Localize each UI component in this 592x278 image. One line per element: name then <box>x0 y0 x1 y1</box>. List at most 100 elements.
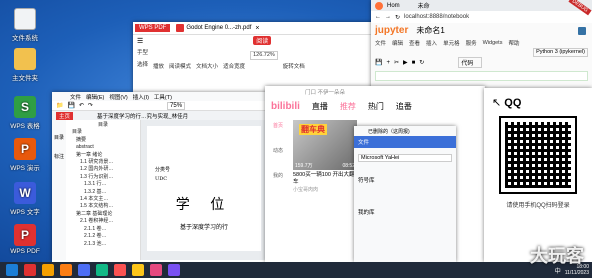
menu-edit[interactable]: 编辑 <box>392 39 403 47</box>
taskbar-app-icon[interactable] <box>168 264 180 276</box>
menu-help[interactable]: 帮助 <box>508 39 519 47</box>
menu-insert[interactable]: 插入(I) <box>133 93 149 101</box>
taskbar-app-icon[interactable] <box>132 264 144 276</box>
toc-item[interactable]: 1.5 本文结构… <box>68 203 138 210</box>
video-card[interactable]: 翻车典 159.7万 08:52 5800买一辆100 开出大翻车 小宝哥肉肉 <box>293 120 357 193</box>
wps-pdf-doc-tab[interactable]: Godot Engine 0...-zh.pdf <box>186 25 251 31</box>
cut-icon[interactable]: ✂ <box>394 59 399 66</box>
toc-item[interactable]: 第一章 绪论 <box>68 152 138 159</box>
document-canvas[interactable]: 分类号 UDC 学 位 基于深度学习的行 <box>141 120 267 260</box>
desktop-icon-wps-writer[interactable]: W WPS 文字 <box>8 182 42 216</box>
nav-hot[interactable]: 热门 <box>368 101 384 112</box>
symbol-library-header[interactable]: 符号库 <box>354 176 456 184</box>
bilibili-logo[interactable]: bilibili <box>271 101 300 112</box>
menu-view[interactable]: 查看 <box>409 39 420 47</box>
sidebar-dynamic[interactable]: 动态 <box>273 147 283 154</box>
back-icon[interactable]: ← <box>375 14 381 20</box>
nav-anime[interactable]: 追番 <box>396 101 412 112</box>
menu-file[interactable]: 文件 <box>375 39 386 47</box>
desktop-icon-filesystem[interactable]: 文件系统 <box>8 8 42 42</box>
toc-item[interactable]: abstract <box>68 144 138 151</box>
zoom-level[interactable]: 126.72% <box>250 51 278 60</box>
qq-header: ↖ QQ <box>484 88 592 118</box>
toc-item[interactable]: 1.2 国内外研… <box>68 166 138 173</box>
reading-mode-button[interactable]: 阅读模式 <box>169 62 191 70</box>
play-button[interactable]: 播放 <box>153 62 164 70</box>
redo-icon[interactable]: ↷ <box>88 102 93 109</box>
reload-icon[interactable]: ↻ <box>395 14 400 21</box>
select-tool-button[interactable]: 选择 <box>137 60 148 68</box>
taskbar-app-icon[interactable] <box>60 264 72 276</box>
wps-pdf-app-tab[interactable]: WPS PDF <box>135 24 171 32</box>
taskbar-app-icon[interactable] <box>150 264 162 276</box>
home-tab[interactable]: 主页 <box>56 111 74 120</box>
menu-insert[interactable]: 插入 <box>426 39 437 47</box>
menu-view[interactable]: 视图(V) <box>109 93 127 101</box>
toc-item[interactable]: 1.3.2 基… <box>68 189 138 196</box>
menu-edit[interactable]: 编辑(E) <box>86 93 104 101</box>
zoom-level[interactable]: 75% <box>167 101 186 110</box>
rotate-button[interactable]: 旋转文档 <box>283 62 305 70</box>
forward-icon[interactable]: → <box>385 14 391 20</box>
save-icon[interactable]: 💾 <box>375 59 382 66</box>
run-icon[interactable]: ▶ <box>403 59 408 66</box>
nav-recommend[interactable]: 推荐 <box>340 101 356 112</box>
browser-tab-notebook[interactable]: 未命 <box>418 1 430 10</box>
mini-file-menu[interactable]: 文件 <box>358 138 369 146</box>
menu-icon[interactable]: ☰ <box>137 37 143 45</box>
read-mode-badge[interactable]: 阅读 <box>253 36 272 45</box>
doc-size-button[interactable]: 文档大小 <box>196 62 218 70</box>
jupyter-logo[interactable]: jupyter <box>375 25 408 36</box>
toc-item[interactable]: 2.1.1 卷… <box>68 226 138 233</box>
hand-tool-button[interactable]: 手型 <box>137 48 148 56</box>
jupyter-cell[interactable] <box>375 71 588 81</box>
doc-tab[interactable]: 基于深度学习的行…究与实现_林佳月 <box>97 112 188 120</box>
url-input[interactable]: localhost:8888/notebook <box>404 14 592 20</box>
menu-cell[interactable]: 单元格 <box>443 39 460 47</box>
save-icon[interactable]: 💾 <box>67 102 74 109</box>
notebook-title[interactable]: 未命名1 <box>416 25 444 36</box>
qr-code[interactable] <box>499 116 577 194</box>
add-cell-icon[interactable]: + <box>386 60 390 66</box>
toc-item[interactable]: 1.3.1 行… <box>68 181 138 188</box>
sidebar-mine[interactable]: 我的 <box>273 172 283 179</box>
my-library-header[interactable]: 我的库 <box>354 208 456 216</box>
nav-live[interactable]: 直播 <box>312 101 328 112</box>
restart-icon[interactable]: ↻ <box>419 59 424 66</box>
desktop-icon-wps-sheet[interactable]: S WPS 表格 <box>8 96 42 130</box>
taskbar-app-icon[interactable] <box>78 264 90 276</box>
sidebar-home[interactable]: 首页 <box>273 122 283 129</box>
toc-item[interactable]: 2.1.3 池… <box>68 241 138 248</box>
close-tab-icon[interactable]: × <box>255 25 259 32</box>
start-button[interactable] <box>6 264 18 276</box>
toc-item[interactable]: 摘要 <box>68 137 138 144</box>
browser-tab-home[interactable]: Hom <box>387 3 400 9</box>
menu-widgets[interactable]: Widgets <box>483 40 503 46</box>
undo-icon[interactable]: ↶ <box>79 102 84 109</box>
taskbar-app-icon[interactable] <box>114 264 126 276</box>
toc-item[interactable]: 2.1 卷积神经… <box>68 218 138 225</box>
video-author[interactable]: 小宝哥肉肉 <box>293 186 357 193</box>
desktop-icon-wps-present[interactable]: P WPS 演示 <box>8 138 42 172</box>
cell-type-select[interactable]: 代码 <box>458 57 483 68</box>
menu-tools[interactable]: 工具(T) <box>154 93 172 101</box>
stop-icon[interactable]: ■ <box>412 60 416 66</box>
open-icon[interactable]: 📁 <box>56 102 63 109</box>
taskbar-app-icon[interactable] <box>24 264 36 276</box>
taskbar-app-icon[interactable] <box>96 264 108 276</box>
menu-file[interactable]: 文件 <box>70 93 81 101</box>
toc-item[interactable]: 2.1.2 卷… <box>68 233 138 240</box>
desktop-icon-home[interactable]: 主文件夹 <box>8 48 42 82</box>
taskbar-app-icon[interactable] <box>42 264 54 276</box>
toc-rail-button[interactable]: 目录 <box>54 134 64 141</box>
video-title[interactable]: 5800买一辆100 开出大翻车 <box>293 172 357 186</box>
annotation-rail-button[interactable]: 标注 <box>54 153 64 160</box>
menu-kernel[interactable]: 服务 <box>466 39 477 47</box>
kernel-name[interactable]: Python 3 (ipykernel) <box>533 48 588 57</box>
toc-item[interactable]: 目录 <box>68 129 138 136</box>
desktop-icon-wps-pdf[interactable]: P WPS PDF <box>8 224 42 255</box>
fit-width-button[interactable]: 适合宽度 <box>223 62 245 70</box>
clock-date[interactable]: 11/11/2023 <box>565 270 589 276</box>
search-input[interactable]: 门口 不伊一朵朵 <box>305 88 345 96</box>
font-select[interactable]: Microsoft YaHei <box>358 154 452 162</box>
